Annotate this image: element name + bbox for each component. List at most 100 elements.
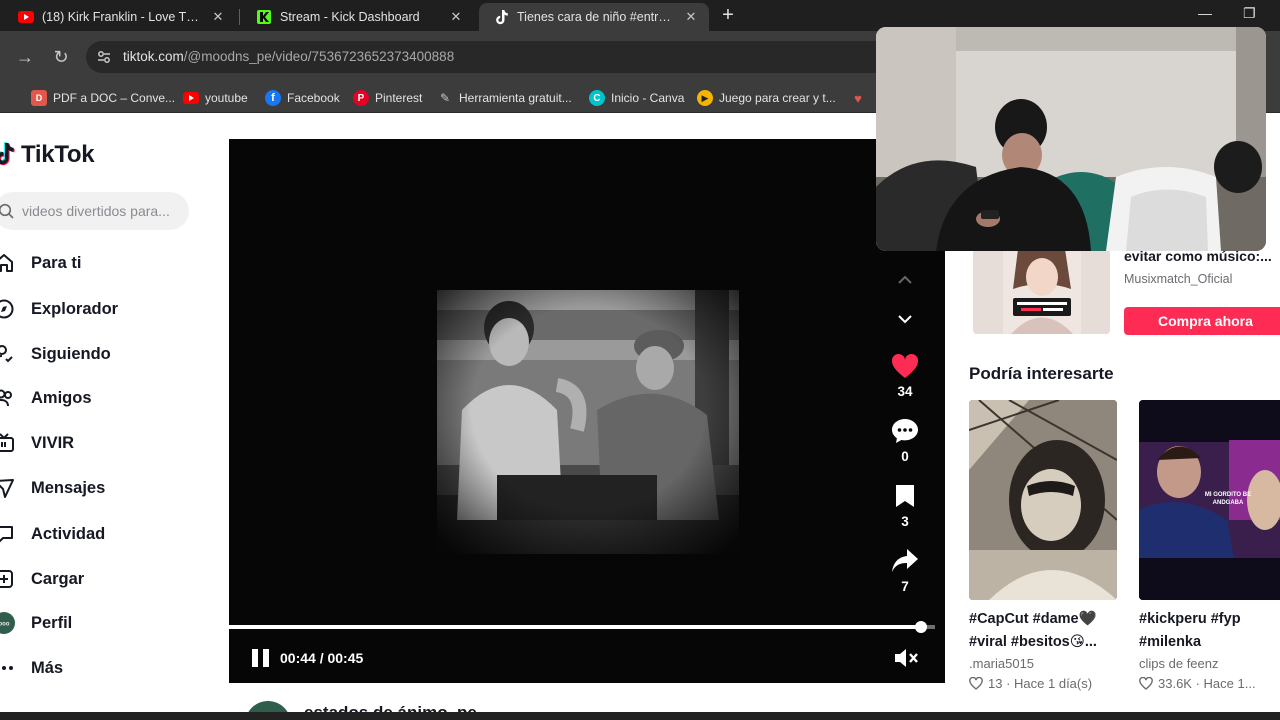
more-icon (0, 656, 16, 680)
tab-youtube[interactable]: (18) Kirk Franklin - Love Theory ✕ (4, 3, 236, 31)
bookmark-icon[interactable] (889, 480, 921, 512)
previous-video-arrow-icon[interactable] (894, 269, 916, 291)
tiktok-logo-icon (0, 142, 15, 166)
video-progress-fill (229, 625, 921, 629)
meta-separator: · (1191, 676, 1204, 691)
nav-vivir[interactable]: VIVIR (0, 428, 74, 458)
nav-label: Para ti (31, 253, 82, 272)
canva-icon: C (589, 90, 605, 106)
recommendation-likes: 33.6K (1158, 676, 1192, 691)
ad-thumbnail[interactable] (973, 249, 1110, 334)
nav-label: Explorador (31, 299, 119, 318)
video-frame[interactable] (437, 290, 739, 554)
webcam-image (876, 27, 1266, 251)
nav-mas[interactable]: Más (0, 653, 63, 683)
share-arrow-icon[interactable] (889, 545, 921, 577)
save-action[interactable]: 3 (875, 480, 935, 529)
nav-label: VIVIR (31, 433, 75, 452)
restore-icon[interactable]: ❐ (1243, 5, 1256, 22)
forward-arrow-icon[interactable]: → (14, 46, 36, 68)
webcam-overlay (876, 27, 1266, 251)
recommendation-likes: 13 (988, 676, 1003, 691)
new-tab-button[interactable]: + (717, 5, 739, 27)
facebook-icon: f (265, 90, 281, 106)
recommendation-card[interactable]: MI GORDITO BE ANDGABA #kickperu #fyp #mi… (1139, 400, 1280, 691)
close-icon[interactable]: ✕ (683, 9, 699, 25)
bookmark-youtube[interactable]: youtube (183, 88, 248, 108)
recommendation-author[interactable]: clips de feenz (1139, 656, 1280, 671)
live-icon (0, 431, 16, 455)
search-bar[interactable] (0, 192, 189, 230)
nav-actividad[interactable]: Actividad (0, 519, 105, 549)
video-progress-bar[interactable] (229, 621, 935, 633)
recommendation-author[interactable]: .maria5015 (969, 656, 1117, 671)
muted-volume-icon[interactable] (893, 646, 919, 670)
comment-icon[interactable] (889, 415, 921, 447)
video-progress-handle[interactable] (914, 621, 927, 633)
share-action[interactable]: 7 (875, 545, 935, 594)
next-video-arrow-icon[interactable] (894, 308, 916, 330)
recommendation-caption[interactable]: #CapCut #dame🖤 #viral #besitos😘... (969, 608, 1119, 654)
bookmark-juego[interactable]: ▶ Juego para crear y t... (697, 88, 836, 108)
nav-label: Amigos (31, 388, 92, 407)
tiktok-logo[interactable]: TikTok (0, 141, 95, 169)
home-icon (0, 251, 16, 275)
ad-brand[interactable]: Musixmatch_Oficial (1124, 272, 1232, 286)
nav-siguiendo[interactable]: Siguiendo (0, 339, 111, 369)
friends-icon (0, 386, 16, 410)
recommendation-card[interactable]: #CapCut #dame🖤 #viral #besitos😘... .mari… (969, 400, 1117, 691)
bookmark-label: PDF a DOC – Conve... (53, 91, 176, 105)
pause-icon[interactable] (251, 648, 271, 668)
close-icon[interactable]: ✕ (210, 9, 226, 25)
search-input[interactable] (22, 201, 182, 221)
messages-icon (0, 476, 16, 500)
nav-label: Perfil (31, 613, 73, 632)
tab-label: Tienes cara de niño #entretenimiento (517, 10, 677, 24)
pinterest-icon: P (353, 90, 369, 106)
bookmark-herramienta[interactable]: ✎ Herramienta gratuit... (437, 88, 572, 108)
reload-icon[interactable]: ↻ (50, 46, 72, 68)
nav-perfil[interactable]: ooo Perfil (0, 608, 72, 638)
nav-explorador[interactable]: Explorador (0, 294, 118, 324)
bookmark-label: Pinterest (375, 91, 423, 105)
recommendation-image (969, 400, 1117, 600)
heart-icon[interactable] (889, 350, 921, 382)
bookmark-canva[interactable]: C Inicio - Canva (589, 88, 684, 108)
bookmark-facebook[interactable]: f Facebook (265, 88, 340, 108)
tab-separator (239, 9, 240, 25)
nav-label: Siguiendo (31, 344, 111, 363)
ad-image (973, 249, 1110, 334)
video-time: 00:44 / 00:45 (280, 650, 364, 666)
heart-outline-icon (1139, 677, 1153, 690)
bookmark-label: Juego para crear y t... (719, 91, 836, 105)
close-icon[interactable]: ✕ (448, 9, 464, 25)
minimize-icon[interactable]: — (1198, 5, 1212, 21)
tab-tiktok-active[interactable]: Tienes cara de niño #entretenimiento ✕ (479, 3, 709, 31)
nav-mensajes[interactable]: Mensajes (0, 473, 105, 503)
recommendation-time: Hace 1... (1203, 676, 1256, 691)
recommendation-thumbnail[interactable] (969, 400, 1117, 600)
nav-label: Más (31, 658, 64, 677)
recommendation-caption[interactable]: #kickperu #fyp #milenka (1139, 608, 1280, 654)
profile-avatar-icon: ooo (0, 611, 16, 635)
svg-text:ooo: ooo (0, 622, 10, 628)
tab-kick[interactable]: Stream - Kick Dashboard ✕ (242, 3, 474, 31)
like-count: 34 (897, 384, 913, 399)
site-settings-icon[interactable] (96, 49, 112, 65)
nav-para-ti[interactable]: Para ti (0, 248, 81, 278)
nav-cargar[interactable]: Cargar (0, 564, 84, 594)
video-player[interactable]: 34 0 3 7 00:44 / 00:45 (229, 139, 945, 683)
comment-action[interactable]: 0 (875, 415, 935, 464)
bookmark-label: Herramienta gratuit... (459, 91, 572, 105)
nav-label: Actividad (31, 524, 106, 543)
meta-separator: · (1002, 676, 1015, 691)
recommendation-thumbnail[interactable]: MI GORDITO BE ANDGABA (1139, 400, 1280, 600)
like-action[interactable]: 34 (875, 350, 935, 399)
tab-label: Stream - Kick Dashboard (280, 10, 420, 24)
bookmark-pinterest[interactable]: P Pinterest (353, 88, 422, 108)
nav-amigos[interactable]: Amigos (0, 383, 92, 413)
bookmark-partial[interactable]: ♥ (850, 88, 872, 108)
bookmark-pdf-doc[interactable]: D PDF a DOC – Conve... (31, 88, 175, 108)
buy-now-button[interactable]: Compra ahora (1124, 307, 1280, 335)
heart-outline-icon (969, 677, 983, 690)
